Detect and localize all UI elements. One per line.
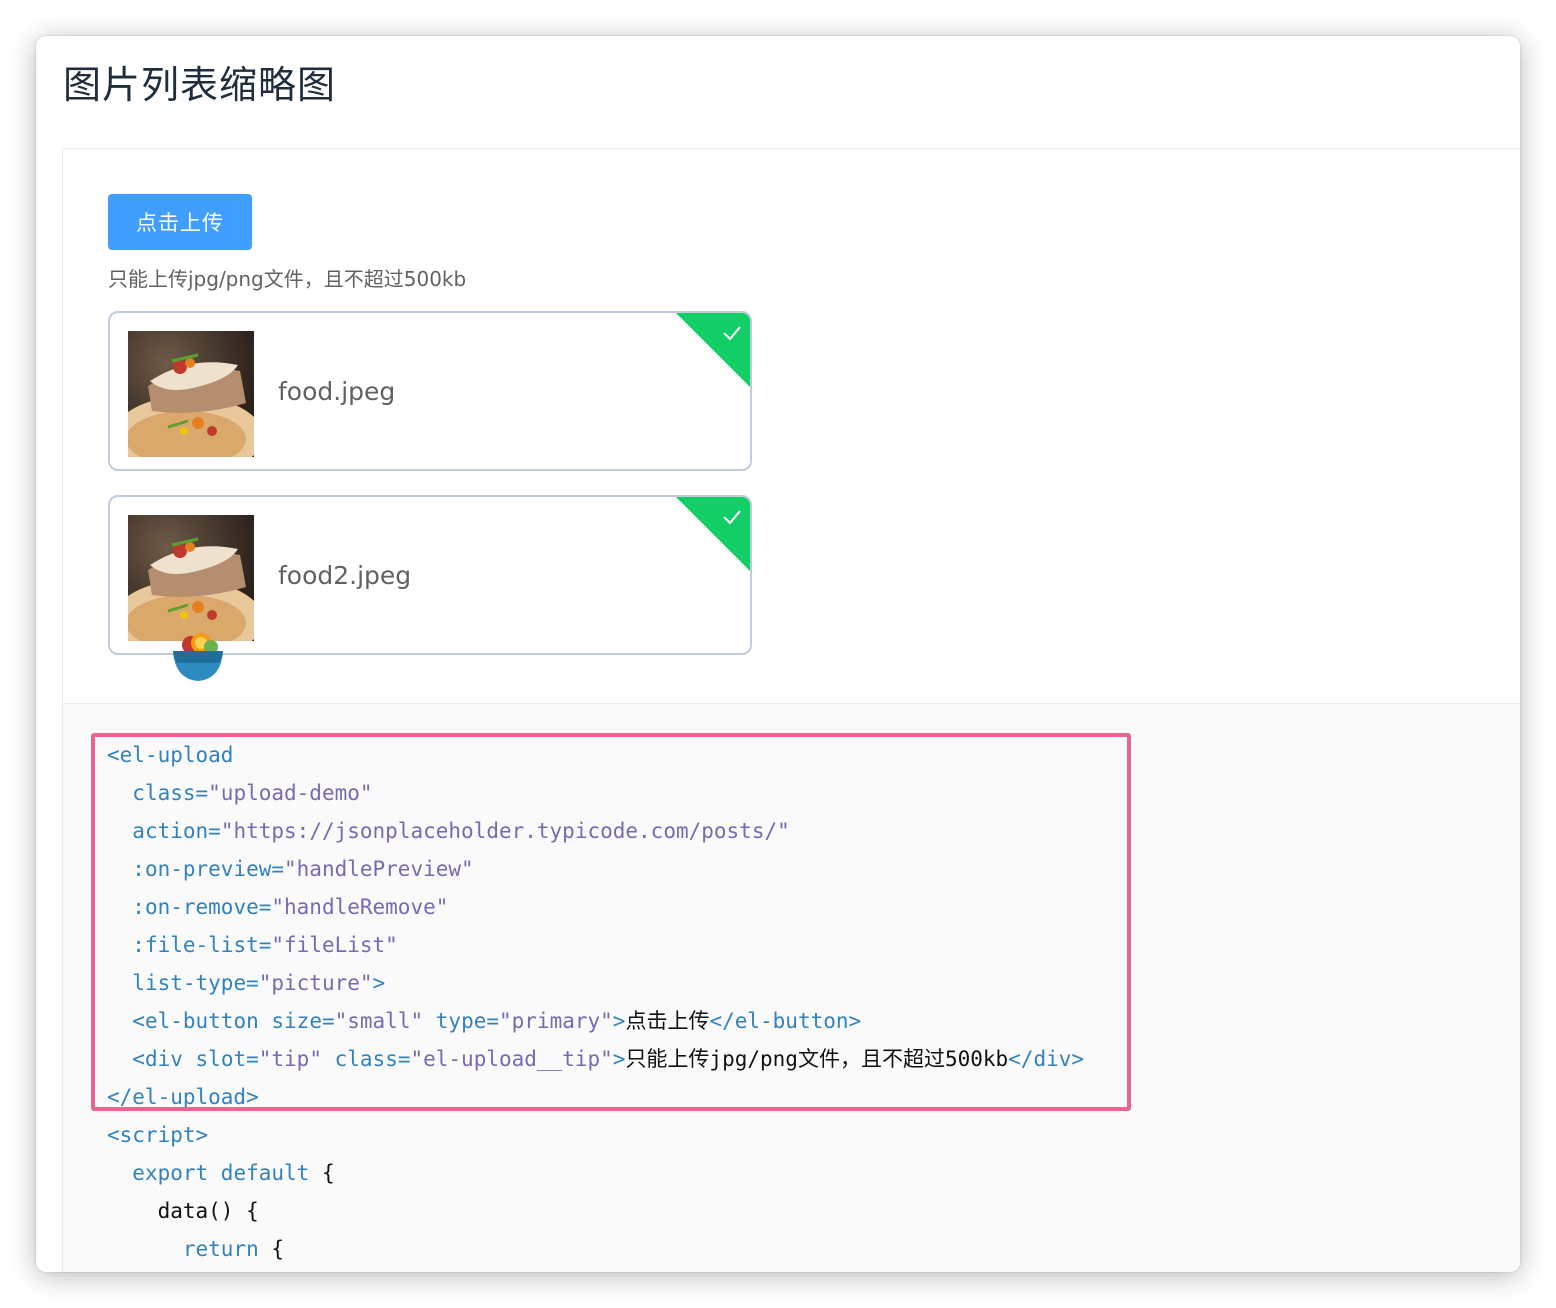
page-title: 图片列表缩略图 <box>63 63 337 107</box>
code-token: "handlePreview" <box>284 857 474 881</box>
success-check-icon <box>676 313 750 387</box>
upload-file-item[interactable]: food.jpeg <box>108 311 752 471</box>
code-token: :on-preview= <box>132 857 285 881</box>
code-token: "upload-demo" <box>208 781 373 805</box>
upload-tip: 只能上传jpg/png文件，且不超过500kb <box>108 267 467 291</box>
file-name: food.jpeg <box>278 377 396 406</box>
code-token: "handleRemove" <box>271 895 449 919</box>
code-token: "primary" <box>499 1009 613 1033</box>
upload-button[interactable]: 点击上传 <box>108 194 252 250</box>
food-image-icon <box>128 331 254 457</box>
browser-window: 图片列表缩略图 点击上传 只能上传jpg/png文件，且不超过500kb foo… <box>36 36 1520 1272</box>
code-token: { <box>271 1237 285 1261</box>
code-token: </div> <box>1008 1047 1085 1071</box>
food-image-icon <box>128 515 254 641</box>
code-token: </el-button> <box>709 1009 862 1033</box>
code-token: > <box>612 1009 626 1033</box>
bowl-icon <box>173 633 223 681</box>
code-token: data() <box>157 1199 234 1223</box>
code-token: class= <box>334 1047 411 1071</box>
code-token: return <box>182 1237 259 1261</box>
code-token: export default <box>132 1161 310 1185</box>
code-token: slot= <box>195 1047 259 1071</box>
file-thumbnail[interactable] <box>128 515 254 641</box>
code-token: "el-upload__tip" <box>410 1047 613 1071</box>
code-token: list-type= <box>132 971 259 995</box>
code-token: > <box>372 971 386 995</box>
code-token: "tip" <box>258 1047 322 1071</box>
code-token: <el-upload <box>107 743 234 767</box>
code-token: <div <box>132 1047 183 1071</box>
code-block: <el-upload class="upload-demo" action="h… <box>107 736 1084 1268</box>
code-token: </el-upload> <box>107 1085 259 1109</box>
code-token: 只能上传jpg/png文件，且不超过500kb <box>625 1047 1009 1071</box>
code-token: { <box>321 1161 335 1185</box>
code-token: "https://jsonplaceholder.typicode.com/po… <box>220 819 790 843</box>
code-token: > <box>612 1047 626 1071</box>
demo-block: 点击上传 只能上传jpg/png文件，且不超过500kb food.jpeg f… <box>62 148 1520 1272</box>
success-check-icon <box>676 497 750 571</box>
code-token: class= <box>132 781 209 805</box>
code-token: size= <box>271 1009 335 1033</box>
demo-source: 点击上传 只能上传jpg/png文件，且不超过500kb food.jpeg f… <box>63 149 1520 704</box>
file-thumbnail[interactable] <box>128 331 254 457</box>
code-token: "picture" <box>258 971 373 995</box>
code-token: "small" <box>334 1009 424 1033</box>
code-token: <el-button <box>132 1009 259 1033</box>
code-token: "fileList" <box>271 933 398 957</box>
code-token: <script> <box>107 1123 209 1147</box>
code-token: :on-remove= <box>132 895 272 919</box>
code-token: { <box>246 1199 259 1223</box>
code-area: <el-upload class="upload-demo" action="h… <box>63 704 1520 1272</box>
code-token: :file-list= <box>132 933 272 957</box>
code-token: 点击上传 <box>625 1009 710 1033</box>
file-name: food2.jpeg <box>278 561 412 590</box>
code-token: action= <box>132 819 221 843</box>
code-token: type= <box>435 1009 499 1033</box>
